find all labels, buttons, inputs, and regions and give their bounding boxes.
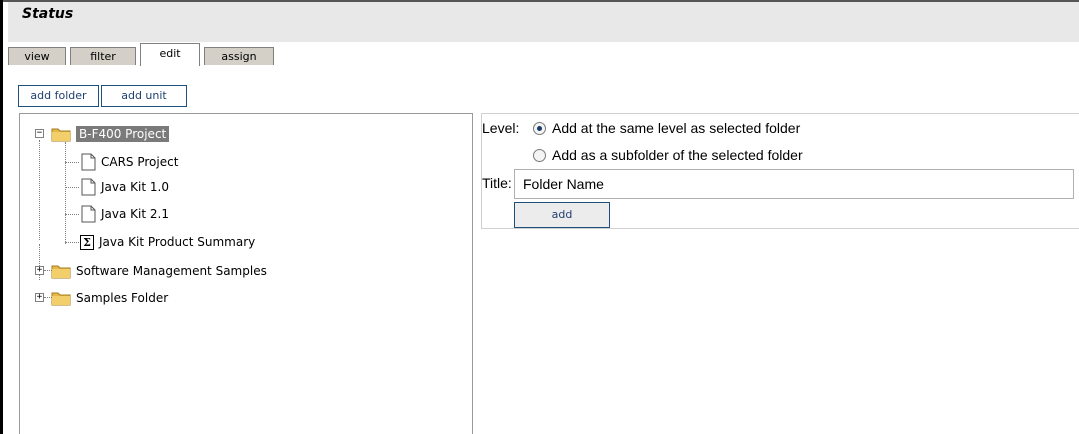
tree-connector: [39, 140, 40, 240]
tab-edit[interactable]: edit: [140, 43, 200, 66]
tree-node-label: Samples Folder: [76, 291, 169, 305]
document-icon: [81, 205, 96, 223]
tree-connector: [65, 242, 79, 243]
collapse-toggle[interactable]: −: [35, 129, 44, 138]
radio-same-level[interactable]: [533, 122, 546, 135]
document-icon: [81, 153, 96, 171]
folder-tree: − B-F400 Project CARS Project Java Kit 1…: [19, 113, 473, 434]
tree-node-cars-project[interactable]: CARS Project: [80, 152, 178, 172]
add-unit-button[interactable]: add unit: [101, 85, 187, 107]
option-subfolder-label[interactable]: Add as a subfolder of the selected folde…: [552, 147, 803, 163]
tree-node-b-f400-project[interactable]: B-F400 Project: [51, 124, 170, 144]
folder-title-input[interactable]: Folder Name: [514, 169, 1074, 199]
add-folder-button[interactable]: add folder: [18, 85, 99, 107]
tree-connector: [65, 142, 66, 244]
add-button[interactable]: add: [514, 202, 610, 228]
tree-node-label: CARS Project: [101, 155, 179, 169]
document-icon: [81, 178, 96, 196]
tab-assign[interactable]: assign: [204, 47, 274, 65]
title-label: Title:: [482, 175, 512, 191]
tab-filter[interactable]: filter: [70, 47, 136, 65]
expand-toggle[interactable]: +: [35, 266, 44, 275]
sigma-icon: Σ: [80, 234, 94, 250]
tree-node-label: Java Kit 1.0: [101, 180, 169, 194]
expand-toggle[interactable]: +: [35, 293, 44, 302]
folder-icon: [51, 265, 71, 279]
tree-node-label: Java Kit 2.1: [101, 207, 169, 221]
tab-bar: view filter edit assign: [8, 43, 1079, 66]
tree-node-java-kit-product-summary[interactable]: Σ Java Kit Product Summary: [80, 232, 255, 252]
folder-icon: [51, 128, 71, 142]
window-left-border: [0, 0, 3, 434]
tree-connector: [65, 214, 79, 215]
tree-node-label: B-F400 Project: [76, 126, 170, 142]
tab-view[interactable]: view: [8, 47, 66, 65]
tree-node-samples-folder[interactable]: Samples Folder: [51, 288, 168, 308]
panel-header: Status: [8, 2, 1079, 42]
level-label: Level:: [482, 120, 520, 136]
tree-connector: [65, 187, 79, 188]
tree-node-software-management-samples[interactable]: Software Management Samples: [51, 261, 267, 281]
folder-icon: [51, 292, 71, 306]
tree-node-label: Software Management Samples: [76, 264, 267, 278]
option-same-level-label[interactable]: Add at the same level as selected folder: [552, 120, 800, 136]
tree-node-label: Java Kit Product Summary: [99, 235, 256, 249]
panel-title: Status: [22, 6, 74, 22]
tree-connector: [65, 162, 79, 163]
tree-node-java-kit-1-0[interactable]: Java Kit 1.0: [80, 177, 169, 197]
add-folder-form: Level: Add at the same level as selected…: [481, 113, 1079, 229]
radio-subfolder[interactable]: [533, 149, 546, 162]
tree-node-java-kit-2-1[interactable]: Java Kit 2.1: [80, 204, 169, 224]
